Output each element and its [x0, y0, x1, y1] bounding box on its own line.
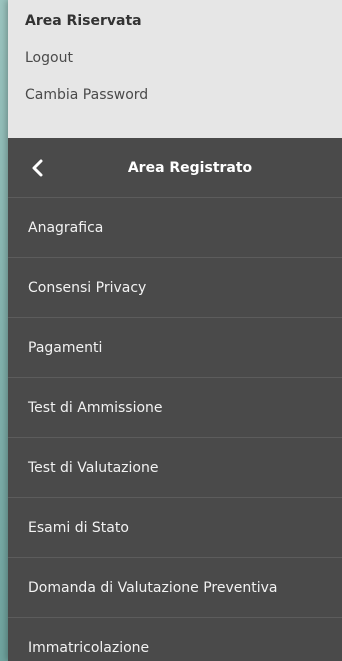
area-riservata-title: Area Riservata	[25, 13, 142, 29]
menu-item-esami-di-stato[interactable]: Esami di Stato	[8, 498, 342, 558]
menu-item-anagrafica[interactable]: Anagrafica	[8, 198, 342, 258]
change-password-link[interactable]: Cambia Password	[25, 85, 342, 105]
sidebar-panel: Area Riservata Logout Cambia Password Ar…	[8, 0, 342, 661]
menu-item-pagamenti[interactable]: Pagamenti	[8, 318, 342, 378]
menu-item-immatricolazione[interactable]: Immatricolazione	[8, 618, 342, 661]
menu-item-valutazione-preventiva[interactable]: Domanda di Valutazione Preventiva	[8, 558, 342, 618]
menu-item-consensi-privacy[interactable]: Consensi Privacy	[8, 258, 342, 318]
logout-link[interactable]: Logout	[25, 48, 342, 68]
area-riservata-section: Area Riservata Logout Cambia Password	[8, 0, 342, 138]
menu-item-test-di-valutazione[interactable]: Test di Valutazione	[8, 438, 342, 498]
menu-item-test-di-ammissione[interactable]: Test di Ammissione	[8, 378, 342, 438]
page-backdrop	[0, 0, 8, 661]
menu-header: Area Registrato	[8, 138, 342, 198]
menu-title: Area Registrato	[127, 160, 253, 176]
area-registrato-menu: Area Registrato Anagrafica Consensi Priv…	[8, 138, 342, 661]
